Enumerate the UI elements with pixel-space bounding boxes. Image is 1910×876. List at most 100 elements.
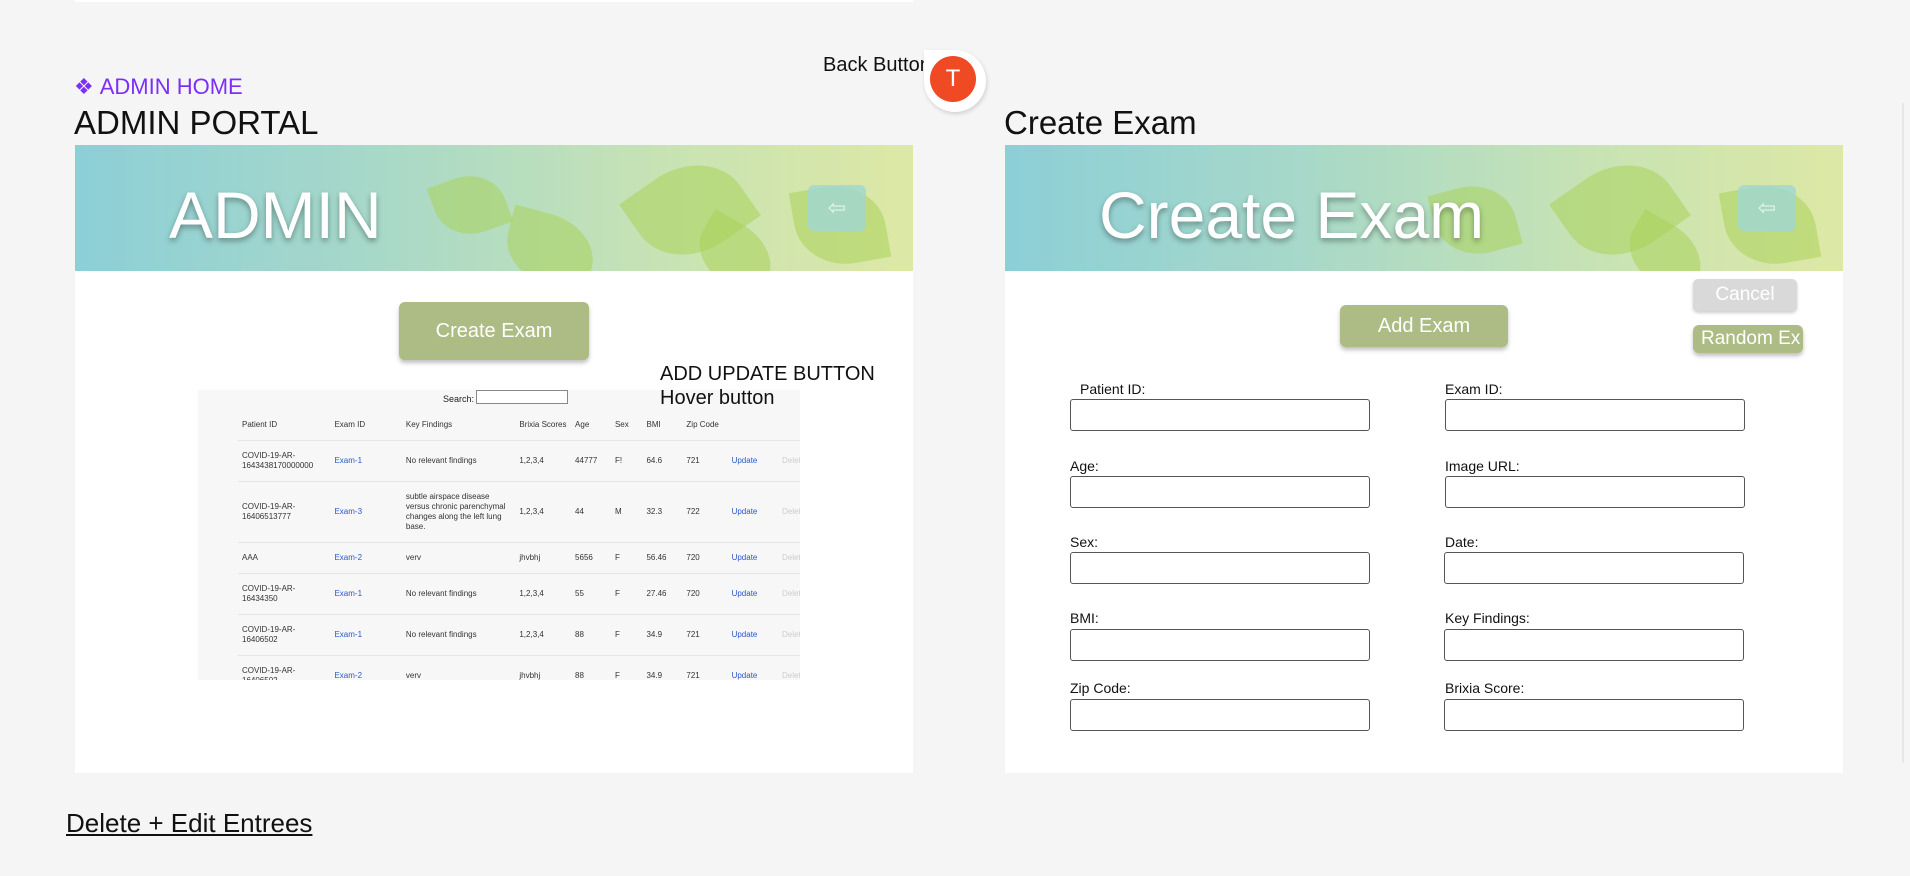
key-findings-cell: verv [401, 655, 516, 680]
search-label: Search: [443, 394, 475, 404]
delete-button[interactable]: Delete [778, 440, 800, 482]
age-input[interactable] [1070, 476, 1370, 508]
zip-code-input[interactable] [1070, 699, 1370, 731]
update-button[interactable]: Update [727, 440, 778, 482]
user-avatar[interactable]: T [930, 56, 976, 102]
exam-id-input[interactable] [1445, 399, 1745, 431]
sex-cell: M [610, 481, 643, 543]
exams-table-card: Search: Patient ID Exam ID Key Findings … [198, 390, 800, 680]
zip-cell: 721 [682, 440, 728, 482]
exams-table: Patient ID Exam ID Key Findings Brixia S… [238, 414, 800, 680]
key-findings-cell: verv [401, 542, 516, 574]
delete-button[interactable]: Delete [778, 573, 800, 615]
col-brixia-scores: Brixia Scores [515, 414, 572, 441]
create-frame-title: Create Exam [1004, 104, 1197, 141]
update-button[interactable]: Update [727, 481, 778, 543]
col-update [727, 414, 778, 441]
leaf-decoration [426, 164, 514, 246]
zip-cell: 720 [682, 573, 728, 615]
col-delete [778, 414, 800, 441]
logout-button[interactable]: ⇦ [808, 185, 866, 231]
zip-cell: 720 [682, 542, 728, 574]
cancel-button[interactable]: Cancel [1693, 279, 1797, 311]
update-button[interactable]: Update [727, 573, 778, 615]
table-row: COVID-19-AR-1643438170000000 Exam-1 No rel… [238, 440, 800, 482]
bmi-label: BMI: [1070, 610, 1099, 626]
key-findings-cell: No relevant findings [401, 614, 516, 656]
table-row: COVID-19-AR-16406502Exam-2vervjhvbhj88F3… [238, 655, 800, 680]
random-exam-button[interactable]: Random Ex [1693, 325, 1803, 353]
brixia-cell: 1,2,3,4 [515, 573, 572, 615]
admin-home-link[interactable]: ❖ ADMIN HOME [74, 74, 243, 100]
delete-edit-link[interactable]: Delete + Edit Entrees [66, 808, 312, 839]
leaf-decoration [497, 204, 603, 271]
exam-id-link[interactable]: Exam-3 [330, 481, 402, 543]
exam-id-link[interactable]: Exam-1 [330, 573, 402, 615]
logout-button[interactable]: ⇦ [1738, 185, 1796, 231]
sex-cell: F! [610, 440, 643, 482]
back-button-label: Back Button [823, 54, 931, 76]
logout-icon: ⇦ [1757, 195, 1777, 220]
col-zip-code: Zip Code [682, 414, 728, 441]
admin-home-label: ADMIN HOME [99, 74, 243, 99]
sex-input[interactable] [1070, 552, 1370, 584]
patient-id-cell: COVID-19-AR-16406513777 [238, 481, 331, 543]
zip-code-label: Zip Code: [1070, 680, 1131, 696]
col-bmi: BMI [642, 414, 683, 441]
age-label: Age: [1070, 458, 1099, 474]
sex-label: Sex: [1070, 534, 1099, 550]
bmi-input[interactable] [1070, 629, 1370, 661]
bmi-cell: 64.6 [642, 440, 683, 482]
key-findings-label: Key Findings: [1445, 610, 1530, 626]
admin-portal-frame: ADMIN ⇦ Create Exam Search: Patient ID E… [75, 145, 913, 773]
brixia-cell: 1,2,3,4 [515, 614, 572, 656]
search-input[interactable] [476, 390, 568, 404]
key-findings-input[interactable] [1444, 629, 1744, 661]
sex-cell: F [610, 542, 643, 574]
annotation-line-2: Hover button [660, 387, 775, 409]
sex-cell: F [610, 614, 643, 656]
zip-cell: 721 [682, 614, 728, 656]
date-input[interactable] [1444, 552, 1744, 584]
patient-id-cell: COVID-19-AR-16406502 [238, 614, 331, 656]
delete-button[interactable]: Delete [778, 614, 800, 656]
update-button[interactable]: Update [727, 542, 778, 574]
patient-id-cell: AAA [238, 542, 331, 574]
exam-id-label: Exam ID: [1445, 381, 1503, 397]
create-exam-button[interactable]: Create Exam [399, 302, 589, 360]
exam-id-link[interactable]: Exam-1 [330, 440, 402, 482]
key-findings-cell: subtle airspace disease versus chronic p… [401, 481, 516, 543]
annotation-line-1: ADD UPDATE BUTTON [660, 363, 875, 385]
delete-button[interactable]: Delete [778, 481, 800, 543]
col-patient-id: Patient ID [238, 414, 331, 441]
zip-cell: 721 [682, 655, 728, 680]
logout-icon: ⇦ [827, 195, 847, 220]
brixia-cell: jhvbhj [515, 542, 572, 574]
delete-button[interactable]: Delete [778, 655, 800, 680]
bmi-cell: 34.9 [642, 614, 683, 656]
admin-frame-title: ADMIN PORTAL [74, 104, 319, 141]
update-button[interactable]: Update [727, 655, 778, 680]
create-exam-banner-title: Create Exam [1099, 178, 1485, 252]
exam-id-link[interactable]: Exam-2 [330, 655, 402, 680]
patient-id-input[interactable] [1070, 399, 1370, 431]
image-url-input[interactable] [1445, 476, 1745, 508]
brixia-cell: jhvbhj [515, 655, 572, 680]
exam-id-link[interactable]: Exam-2 [330, 542, 402, 574]
component-diamond-icon: ❖ [74, 74, 94, 99]
col-exam-id: Exam ID [330, 414, 402, 441]
delete-button[interactable]: Delete [778, 542, 800, 574]
brixia-score-input[interactable] [1444, 699, 1744, 731]
age-cell: 55 [571, 573, 611, 615]
bmi-cell: 32.3 [642, 481, 683, 543]
exam-id-link[interactable]: Exam-1 [330, 614, 402, 656]
brixia-cell: 1,2,3,4 [515, 440, 572, 482]
date-label: Date: [1445, 534, 1479, 550]
patient-id-cell: COVID-19-AR-16406502 [238, 655, 331, 680]
create-exam-banner: Create Exam ⇦ [1005, 145, 1843, 271]
add-exam-button[interactable]: Add Exam [1340, 305, 1508, 347]
avatar-initial: T [945, 65, 961, 92]
age-cell: 88 [571, 614, 611, 656]
top-divider [75, 0, 913, 2]
update-button[interactable]: Update [727, 614, 778, 656]
